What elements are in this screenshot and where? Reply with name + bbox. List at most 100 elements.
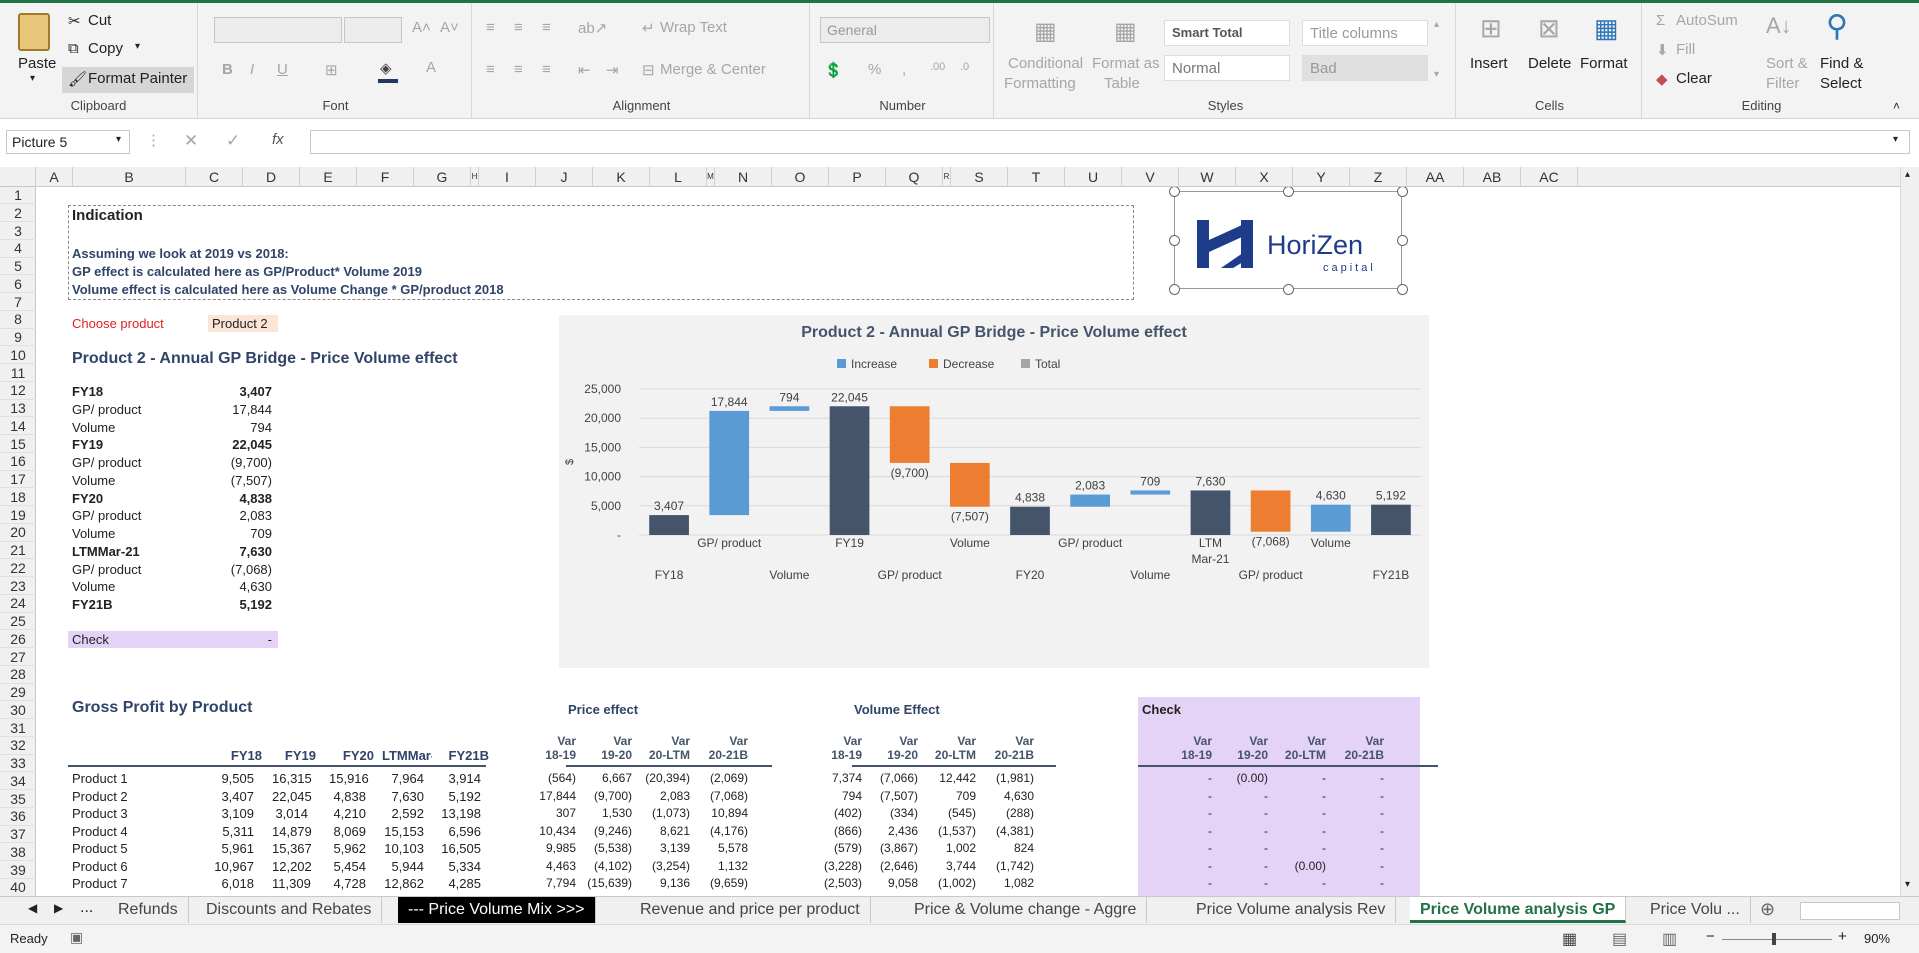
row-header[interactable]: 2 xyxy=(0,205,36,223)
row-header[interactable]: 36 xyxy=(0,808,36,826)
expand-formula-icon[interactable]: ▾ xyxy=(1893,134,1898,145)
row-header[interactable]: 3 xyxy=(0,223,36,240)
row-header[interactable]: 8 xyxy=(0,311,36,329)
scroll-up-icon[interactable]: ▴ xyxy=(1905,169,1910,180)
row-header[interactable]: 31 xyxy=(0,720,36,737)
row-header[interactable]: 40 xyxy=(0,879,36,897)
row-header[interactable]: 34 xyxy=(0,773,36,791)
zoom-out-icon[interactable]: − xyxy=(1706,928,1715,945)
gp-bridge-chart[interactable]: Product 2 - Annual GP Bridge - Price Vol… xyxy=(559,315,1429,668)
row-header[interactable]: 21 xyxy=(0,542,36,560)
align-bottom-icon[interactable]: ≡ xyxy=(542,19,551,36)
column-header[interactable]: AB xyxy=(1464,167,1521,187)
row-header[interactable]: 25 xyxy=(0,613,36,631)
column-header[interactable]: F xyxy=(357,167,414,187)
style-smart-total[interactable]: Smart Total xyxy=(1164,20,1290,46)
sheet-tab[interactable]: Refunds xyxy=(108,897,189,923)
cancel-icon[interactable]: ✕ xyxy=(184,131,198,151)
selection-handle[interactable] xyxy=(1397,235,1408,246)
format-as-table-button[interactable]: Format as xyxy=(1092,55,1160,72)
row-header[interactable]: 16 xyxy=(0,453,36,471)
column-header[interactable]: Y xyxy=(1293,167,1350,187)
copy-button[interactable]: Copy xyxy=(88,40,123,57)
row-header[interactable]: 27 xyxy=(0,649,36,666)
row-header[interactable]: 37 xyxy=(0,826,36,844)
name-box-dropdown-icon[interactable]: ▾ xyxy=(116,134,121,145)
column-header[interactable]: R xyxy=(943,167,951,187)
row-header[interactable]: 14 xyxy=(0,418,36,436)
column-header[interactable]: AC xyxy=(1521,167,1578,187)
sheet-tab[interactable]: --- Price Volume Mix >>> xyxy=(398,897,596,923)
macro-record-icon[interactable]: ▣ xyxy=(70,929,83,946)
collapse-ribbon-icon[interactable]: ˄ xyxy=(1893,99,1900,113)
decrease-font-icon[interactable]: A˅ xyxy=(440,19,459,36)
conditional-formatting-button-line2[interactable]: Formatting xyxy=(1004,75,1076,92)
conditional-formatting-button[interactable]: Conditional xyxy=(1008,55,1083,72)
font-size-box[interactable] xyxy=(344,17,402,43)
style-bad[interactable]: Bad xyxy=(1302,55,1428,81)
paste-dropdown-icon[interactable]: ▾ xyxy=(30,73,35,84)
insert-button[interactable]: Insert xyxy=(1470,55,1508,72)
tab-next-icon[interactable]: ▶ xyxy=(54,901,63,915)
selection-handle[interactable] xyxy=(1169,187,1180,197)
percent-button[interactable]: % xyxy=(868,61,881,78)
accounting-icon[interactable]: 💲 xyxy=(824,61,843,79)
select-all-corner[interactable] xyxy=(0,167,36,187)
row-header[interactable]: 35 xyxy=(0,791,36,808)
page-layout-icon[interactable]: ▤ xyxy=(1612,929,1627,949)
row-header[interactable]: 5 xyxy=(0,258,36,276)
vertical-scrollbar[interactable]: ▴ ▾ xyxy=(1900,167,1919,896)
italic-button[interactable]: I xyxy=(250,61,254,78)
indent-decrease-icon[interactable]: ⇤ xyxy=(578,61,591,79)
sheet-tab[interactable]: Price Volu ... xyxy=(1640,897,1751,923)
format-as-table-button-line2[interactable]: Table xyxy=(1104,75,1140,92)
row-header[interactable]: 32 xyxy=(0,737,36,755)
scroll-down-icon[interactable]: ▾ xyxy=(1905,879,1910,890)
column-header[interactable]: E xyxy=(300,167,357,187)
sheet-tab[interactable]: Price Volume analysis GP xyxy=(1410,897,1627,923)
decrease-decimal-icon[interactable]: .0 xyxy=(960,61,969,73)
column-header[interactable]: V xyxy=(1122,167,1179,187)
column-header[interactable]: S xyxy=(951,167,1008,187)
fill-color-icon[interactable]: ◈ xyxy=(380,59,392,77)
selection-handle[interactable] xyxy=(1169,284,1180,295)
autosum-button[interactable]: AutoSum xyxy=(1676,12,1738,29)
orientation-icon[interactable]: ab↗ xyxy=(578,19,607,37)
number-format-box[interactable]: General xyxy=(820,17,990,43)
row-header[interactable]: 17 xyxy=(0,471,36,489)
selection-handle[interactable] xyxy=(1283,284,1294,295)
column-header[interactable]: H xyxy=(471,167,479,187)
logo-picture[interactable]: HoriZen capital xyxy=(1169,187,1408,295)
format-painter-button[interactable]: Format Painter xyxy=(88,70,187,87)
indent-increase-icon[interactable]: ⇥ xyxy=(606,61,619,79)
row-header[interactable]: 18 xyxy=(0,489,36,507)
row-header[interactable]: 19 xyxy=(0,507,36,524)
align-middle-icon[interactable]: ≡ xyxy=(514,19,523,36)
column-header[interactable]: P xyxy=(829,167,886,187)
column-header[interactable]: C xyxy=(186,167,243,187)
tab-prev-icon[interactable]: ◀ xyxy=(28,901,37,915)
style-title-columns[interactable]: Title columns xyxy=(1302,20,1428,46)
copy-dropdown-icon[interactable]: ▾ xyxy=(135,41,140,52)
row-header[interactable]: 13 xyxy=(0,400,36,418)
sort-filter-button-line2[interactable]: Filter xyxy=(1766,75,1799,92)
delete-button[interactable]: Delete xyxy=(1528,55,1571,72)
row-header[interactable]: 11 xyxy=(0,365,36,382)
align-top-icon[interactable]: ≡ xyxy=(486,19,495,36)
sheet-tab[interactable]: Price Volume analysis Rev xyxy=(1186,897,1397,923)
zoom-level[interactable]: 90% xyxy=(1864,931,1890,946)
column-header[interactable]: N xyxy=(715,167,772,187)
row-header[interactable]: 4 xyxy=(0,240,36,258)
merge-center-button[interactable]: Merge & Center xyxy=(660,61,766,78)
tab-more[interactable]: ... xyxy=(80,899,93,917)
normal-view-icon[interactable]: ▦ xyxy=(1562,929,1577,949)
row-header[interactable]: 33 xyxy=(0,755,36,773)
style-normal[interactable]: Normal xyxy=(1164,55,1290,81)
selection-handle[interactable] xyxy=(1397,187,1408,197)
row-header[interactable]: 20 xyxy=(0,524,36,542)
page-break-icon[interactable]: ▥ xyxy=(1662,929,1677,949)
choose-product-cell[interactable]: Product 2 xyxy=(208,315,278,332)
column-header[interactable]: Z xyxy=(1350,167,1407,187)
row-header[interactable]: 9 xyxy=(0,329,36,347)
row-header[interactable]: 39 xyxy=(0,862,36,879)
